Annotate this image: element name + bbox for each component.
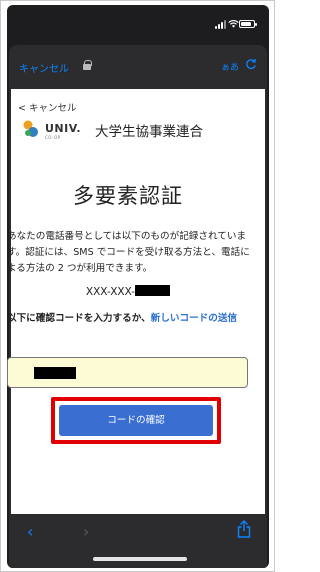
description-text: あなたの電話番号としては以下のものが記録されています。認証には、SMS でコード…	[7, 231, 250, 274]
browser-toolbar: キャンセル ぁあ	[9, 45, 267, 89]
org-name: 大学生協事業連合	[95, 124, 203, 140]
back-link[interactable]: < キャンセル	[18, 100, 76, 114]
redacted-phone-digits	[135, 285, 171, 296]
phone-prefix: XXX-XXX-	[85, 286, 136, 298]
confirm-code-button[interactable]: コードの確認	[59, 405, 213, 436]
redacted-code-value	[34, 367, 76, 379]
wifi-icon	[228, 20, 239, 28]
phone-number: XXX-XXX-	[1, 285, 255, 298]
home-indicator	[93, 557, 187, 561]
lock-icon	[83, 60, 92, 70]
browser-bottom-bar: ‹ ›	[9, 514, 267, 568]
cancel-button[interactable]: キャンセル	[19, 60, 69, 75]
resend-link-lead: 新	[150, 313, 161, 324]
page-title: 多要素認証	[73, 184, 183, 208]
resend-link-rest: しいコードの送信	[160, 313, 238, 324]
reload-icon[interactable]	[245, 58, 257, 70]
text-size-button[interactable]: ぁあ	[221, 60, 239, 73]
univ-coop-logo-icon	[23, 120, 38, 137]
forward-arrow-icon[interactable]: ›	[83, 522, 89, 541]
back-arrow-icon[interactable]: ‹	[27, 522, 33, 541]
battery-icon	[239, 20, 257, 28]
code-prompt: 以下に確認コードを入力するか、新しいコードの送信	[7, 311, 253, 327]
share-icon[interactable]	[237, 520, 251, 538]
cellular-signal-icon	[215, 20, 227, 29]
resend-code-link[interactable]: 新しいコードの送信	[151, 313, 237, 324]
screenshot-frame: キャンセル ぁあ ‹ › < キャンセル UNIV. CO-OP 大学生協事業連…	[0, 0, 275, 572]
verification-code-input[interactable]	[7, 357, 248, 388]
prompt-text: 以下に確認コードを入力するか、	[7, 313, 151, 324]
status-bar	[7, 5, 269, 43]
brand-name: UNIV.	[45, 122, 82, 135]
brand-sub: CO-OP	[45, 135, 61, 140]
